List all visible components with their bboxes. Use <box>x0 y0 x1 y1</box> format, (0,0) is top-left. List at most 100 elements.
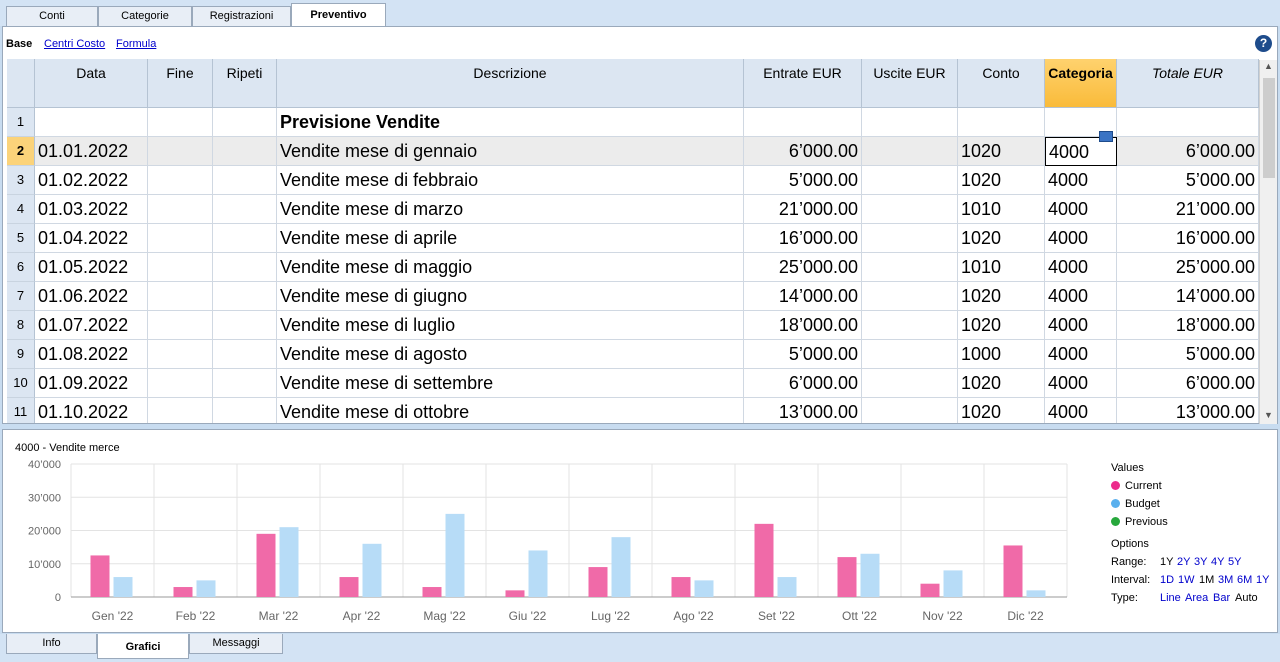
cell-conto[interactable]: 1020 <box>958 369 1045 398</box>
col-header-descrizione[interactable]: Descrizione <box>277 59 744 108</box>
cell-totale[interactable]: 5’000.00 <box>1117 166 1259 195</box>
tab-conti[interactable]: Conti <box>6 6 98 26</box>
cell-uscite[interactable] <box>862 340 958 369</box>
cell-uscite[interactable] <box>862 108 958 137</box>
cell-descrizione[interactable]: Vendite mese di maggio <box>277 253 744 282</box>
cell-categoria[interactable]: 4000 <box>1045 253 1117 282</box>
type-bar[interactable]: Bar <box>1213 592 1230 604</box>
interval-1m[interactable]: 1M <box>1199 574 1214 586</box>
vertical-scrollbar[interactable]: ▲ ▼ <box>1259 60 1277 424</box>
cell-data[interactable]: 01.05.2022 <box>35 253 148 282</box>
row-number[interactable]: 8 <box>7 311 35 340</box>
range-3y[interactable]: 3Y <box>1194 556 1207 568</box>
cell-entrate[interactable]: 14’000.00 <box>744 282 862 311</box>
col-header-fine[interactable]: Fine <box>148 59 213 108</box>
cell-fine[interactable] <box>148 340 213 369</box>
scroll-down-icon[interactable]: ▼ <box>1264 410 1273 420</box>
interval-1y[interactable]: 1Y <box>1256 574 1269 586</box>
help-icon[interactable]: ? <box>1255 35 1272 52</box>
row-number[interactable]: 7 <box>7 282 35 311</box>
row-number[interactable]: 10 <box>7 369 35 398</box>
row-number[interactable]: 3 <box>7 166 35 195</box>
cell-categoria[interactable]: 4000 <box>1045 166 1117 195</box>
cell-ripeti[interactable] <box>213 311 277 340</box>
cell-totale[interactable]: 21’000.00 <box>1117 195 1259 224</box>
cell-categoria[interactable]: 4000 <box>1045 224 1117 253</box>
cell-categoria[interactable]: 4000 <box>1045 369 1117 398</box>
cell-fine[interactable] <box>148 137 213 166</box>
range-4y[interactable]: 4Y <box>1211 556 1224 568</box>
view-base[interactable]: Base <box>6 38 32 50</box>
cell-descrizione[interactable]: Vendite mese di giugno <box>277 282 744 311</box>
cell-fine[interactable] <box>148 253 213 282</box>
cell-conto[interactable]: 1010 <box>958 195 1045 224</box>
cell-uscite[interactable] <box>862 224 958 253</box>
cell-categoria[interactable]: 4000 <box>1045 340 1117 369</box>
type-line[interactable]: Line <box>1160 592 1181 604</box>
col-header-uscite[interactable]: Uscite EUR <box>862 59 958 108</box>
cell-conto[interactable]: 1020 <box>958 311 1045 340</box>
row-number[interactable]: 5 <box>7 224 35 253</box>
scroll-up-icon[interactable]: ▲ <box>1264 61 1273 71</box>
cell-conto[interactable] <box>958 108 1045 137</box>
cell-uscite[interactable] <box>862 369 958 398</box>
cell-fine[interactable] <box>148 224 213 253</box>
cell-conto[interactable]: 1020 <box>958 282 1045 311</box>
cell-uscite[interactable] <box>862 311 958 340</box>
cell-entrate[interactable]: 18’000.00 <box>744 311 862 340</box>
cell-totale[interactable]: 13’000.00 <box>1117 398 1259 423</box>
row-number[interactable]: 2 <box>7 137 35 166</box>
tab-info[interactable]: Info <box>6 634 97 654</box>
cell-ripeti[interactable] <box>213 195 277 224</box>
cell-entrate[interactable]: 21’000.00 <box>744 195 862 224</box>
row-number[interactable]: 11 <box>7 398 35 423</box>
cell-data[interactable]: 01.02.2022 <box>35 166 148 195</box>
cell-descrizione[interactable]: Vendite mese di febbraio <box>277 166 744 195</box>
cell-ripeti[interactable] <box>213 340 277 369</box>
cell-descrizione[interactable]: Vendite mese di ottobre <box>277 398 744 423</box>
cell-fine[interactable] <box>148 282 213 311</box>
tab-registrazioni[interactable]: Registrazioni <box>192 6 291 26</box>
cell-uscite[interactable] <box>862 166 958 195</box>
cell-ripeti[interactable] <box>213 166 277 195</box>
col-header-conto[interactable]: Conto <box>958 59 1045 108</box>
cell-descrizione[interactable]: Vendite mese di luglio <box>277 311 744 340</box>
cell-totale[interactable]: 16’000.00 <box>1117 224 1259 253</box>
cell-fine[interactable] <box>148 369 213 398</box>
cell-ripeti[interactable] <box>213 398 277 423</box>
cell-data[interactable]: 01.09.2022 <box>35 369 148 398</box>
legend-item-budget[interactable]: Budget <box>1111 498 1160 510</box>
col-header-entrate[interactable]: Entrate EUR <box>744 59 862 108</box>
interval-1w[interactable]: 1W <box>1178 574 1195 586</box>
cell-fine[interactable] <box>148 398 213 423</box>
interval-3m[interactable]: 3M <box>1218 574 1233 586</box>
cell-data[interactable]: 01.04.2022 <box>35 224 148 253</box>
tab-preventivo[interactable]: Preventivo <box>291 3 386 27</box>
type-area[interactable]: Area <box>1185 592 1208 604</box>
cell-data[interactable] <box>35 108 148 137</box>
type-auto[interactable]: Auto <box>1235 592 1258 604</box>
cell-data[interactable]: 01.10.2022 <box>35 398 148 423</box>
range-5y[interactable]: 5Y <box>1228 556 1241 568</box>
interval-1d[interactable]: 1D <box>1160 574 1174 586</box>
cell-ripeti[interactable] <box>213 253 277 282</box>
cell-categoria[interactable]: 4000 <box>1045 311 1117 340</box>
tab-categorie[interactable]: Categorie <box>98 6 192 26</box>
cell-descrizione[interactable]: Previsione Vendite <box>277 108 744 137</box>
cell-ripeti[interactable] <box>213 282 277 311</box>
cell-totale[interactable]: 18’000.00 <box>1117 311 1259 340</box>
cell-fine[interactable] <box>148 108 213 137</box>
legend-item-previous[interactable]: Previous <box>1111 516 1168 528</box>
cell-conto[interactable]: 1010 <box>958 253 1045 282</box>
cell-uscite[interactable] <box>862 253 958 282</box>
cell-uscite[interactable] <box>862 195 958 224</box>
cell-ripeti[interactable] <box>213 224 277 253</box>
cell-fine[interactable] <box>148 311 213 340</box>
cell-conto[interactable]: 1000 <box>958 340 1045 369</box>
cell-entrate[interactable]: 16’000.00 <box>744 224 862 253</box>
cell-fine[interactable] <box>148 166 213 195</box>
cell-categoria[interactable]: 4000 <box>1045 195 1117 224</box>
cell-descrizione[interactable]: Vendite mese di gennaio <box>277 137 744 166</box>
cell-conto[interactable]: 1020 <box>958 224 1045 253</box>
cell-uscite[interactable] <box>862 282 958 311</box>
